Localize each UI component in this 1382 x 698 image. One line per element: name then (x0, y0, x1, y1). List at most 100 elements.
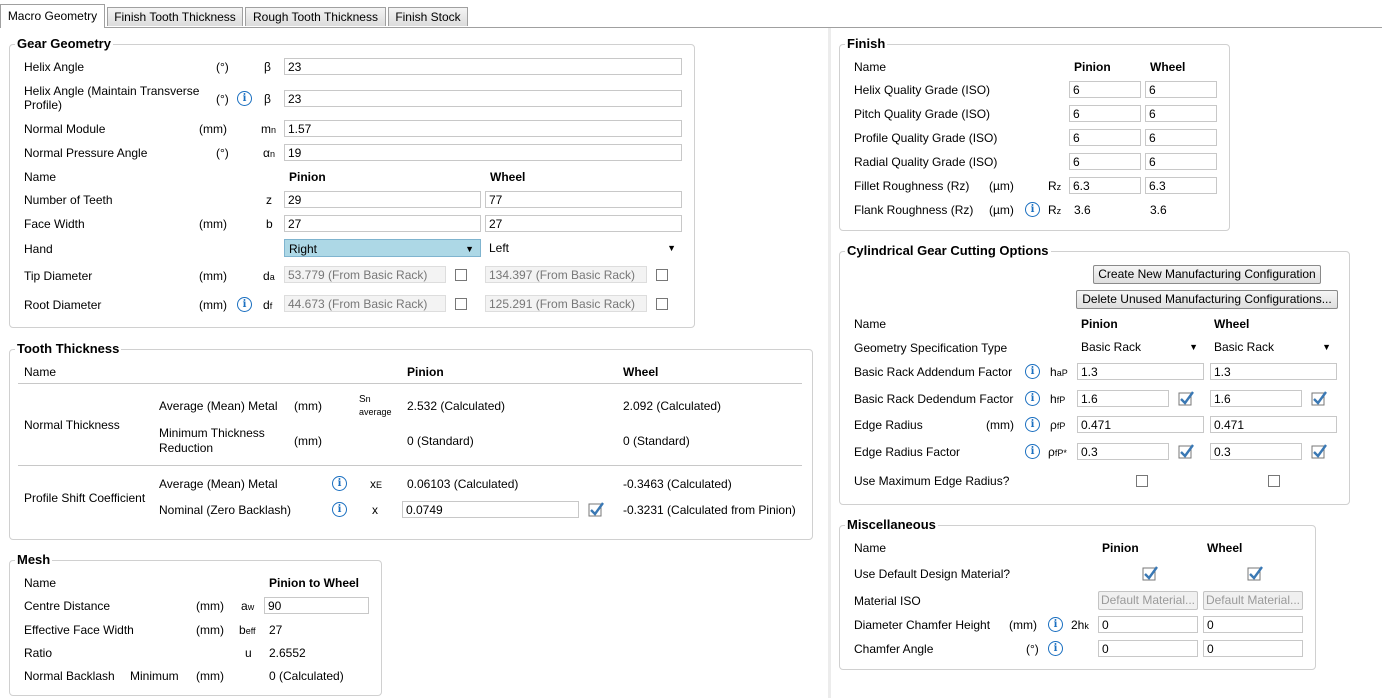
helix-angle-mtp-label-2: Profile) (24, 98, 63, 112)
pinion-use-max-edge-radius-checkbox[interactable] (1136, 475, 1148, 487)
pinion-root-diameter-checkbox[interactable] (455, 298, 467, 310)
wheel-chamfer-angle-input[interactable] (1203, 640, 1303, 657)
info-icon[interactable]: i (1025, 417, 1040, 432)
wheel-root-diameter-input[interactable] (485, 295, 647, 312)
tab-finish-stock[interactable]: Finish Stock (388, 7, 468, 26)
pinion-chamfer-height-input[interactable] (1098, 616, 1198, 633)
normal-module-input[interactable] (284, 120, 682, 137)
wheel-tip-diameter-input[interactable] (485, 266, 647, 283)
tab-finish-tooth-thickness[interactable]: Finish Tooth Thickness (107, 7, 243, 26)
root-diameter-symbol: df (263, 298, 273, 312)
info-icon[interactable]: i (1025, 202, 1040, 217)
helix-angle-symbol: β (264, 60, 271, 74)
tip-diameter-symbol: da (263, 269, 275, 283)
ps-avg-label: Average (Mean) Metal (159, 477, 278, 491)
helix-angle-mtp-input[interactable] (284, 90, 682, 107)
wheel-tip-diameter-checkbox[interactable] (656, 269, 668, 281)
wheel-profile-quality-input[interactable] (1145, 129, 1217, 146)
pinion-fillet-roughness-input[interactable] (1069, 177, 1141, 194)
pinion-tip-diameter-checkbox[interactable] (455, 269, 467, 281)
diameter-chamfer-height-symbol: 2hk (1071, 618, 1089, 632)
wheel-ps-nominal-value: -0.3231 (Calculated from Pinion) (623, 503, 796, 517)
profile-quality-label: Profile Quality Grade (ISO) (854, 131, 998, 145)
pinion-pitch-quality-input[interactable] (1069, 105, 1141, 122)
wheel-edge-radius-factor-input[interactable] (1210, 443, 1302, 460)
tab-macro-geometry[interactable]: Macro Geometry (0, 4, 105, 28)
checkbox-checked-icon[interactable] (1311, 390, 1327, 406)
create-manufacturing-config-button[interactable]: Create New Manufacturing Configuration (1093, 265, 1321, 284)
centre-distance-unit: (mm) (196, 599, 224, 613)
info-icon[interactable]: i (1025, 391, 1040, 406)
info-icon[interactable]: i (237, 297, 252, 312)
gear-pinion-header: Pinion (289, 170, 326, 184)
pinion-dedendum-input[interactable] (1077, 390, 1169, 407)
info-icon[interactable]: i (332, 476, 347, 491)
divider (18, 383, 802, 384)
chevron-down-icon: ▼ (667, 243, 676, 253)
delete-unused-configs-button[interactable]: Delete Unused Manufacturing Configuratio… (1076, 290, 1338, 309)
wheel-dedendum-input[interactable] (1210, 390, 1302, 407)
wheel-avg-metal-value: 2.092 (Calculated) (623, 399, 722, 413)
pinion-profile-quality-input[interactable] (1069, 129, 1141, 146)
wheel-edge-radius-input[interactable] (1210, 416, 1337, 433)
checkbox-checked-icon[interactable] (588, 501, 604, 517)
checkbox-checked-icon[interactable] (1247, 565, 1263, 581)
wheel-root-diameter-checkbox[interactable] (656, 298, 668, 310)
info-icon[interactable]: i (237, 91, 252, 106)
wheel-flank-roughness-value: 3.6 (1150, 203, 1167, 217)
info-icon[interactable]: i (1025, 364, 1040, 379)
pinion-edge-radius-input[interactable] (1077, 416, 1204, 433)
edge-radius-factor-label: Edge Radius Factor (854, 445, 961, 459)
wheel-use-max-edge-radius-checkbox[interactable] (1268, 475, 1280, 487)
chevron-down-icon: ▼ (1189, 342, 1198, 352)
info-icon[interactable]: i (1048, 641, 1063, 656)
wheel-default-material-button[interactable]: Default Material... (1203, 591, 1303, 610)
info-icon[interactable]: i (1025, 444, 1040, 459)
pinion-ps-nominal-input[interactable] (402, 501, 579, 518)
flank-roughness-symbol: Rz (1048, 203, 1062, 217)
wheel-face-width-input[interactable] (485, 215, 682, 232)
wheel-hand-select[interactable]: Left ▼ (485, 239, 682, 257)
pinion-teeth-input[interactable] (284, 191, 481, 208)
pinion-chamfer-angle-input[interactable] (1098, 640, 1198, 657)
checkbox-checked-icon[interactable] (1178, 443, 1194, 459)
checkbox-checked-icon[interactable] (1142, 565, 1158, 581)
geometry-spec-type-label: Geometry Specification Type (854, 341, 1008, 355)
wheel-geometry-spec-select[interactable]: Basic Rack ▼ (1210, 338, 1337, 356)
pinion-addendum-input[interactable] (1077, 363, 1204, 380)
wheel-chamfer-height-input[interactable] (1203, 616, 1303, 633)
pinion-hand-select[interactable]: Right ▼ (284, 239, 481, 257)
gear-name-header: Name (24, 170, 57, 184)
wheel-fillet-roughness-input[interactable] (1145, 177, 1217, 194)
pinion-default-material-button[interactable]: Default Material... (1098, 591, 1198, 610)
wheel-teeth-input[interactable] (485, 191, 682, 208)
info-icon[interactable]: i (332, 502, 347, 517)
ratio-symbol: u (245, 646, 252, 660)
tab-rough-tooth-thickness[interactable]: Rough Tooth Thickness (245, 7, 386, 26)
edge-radius-factor-symbol: ρfP* (1048, 445, 1067, 459)
avg-metal-label: Average (Mean) Metal (159, 399, 278, 413)
pinion-edge-radius-factor-input[interactable] (1077, 443, 1169, 460)
pinion-radial-quality-input[interactable] (1069, 153, 1141, 170)
wheel-pitch-quality-input[interactable] (1145, 105, 1217, 122)
wheel-addendum-input[interactable] (1210, 363, 1337, 380)
fillet-roughness-label: Fillet Roughness (Rz) (854, 179, 970, 193)
checkbox-checked-icon[interactable] (1311, 443, 1327, 459)
helix-angle-input[interactable] (284, 58, 682, 75)
normal-pressure-angle-symbol: αn (263, 146, 275, 160)
pinion-root-diameter-input[interactable] (284, 295, 446, 312)
panel-splitter[interactable] (828, 28, 831, 698)
dedendum-factor-symbol: hfP (1050, 392, 1066, 406)
checkbox-checked-icon[interactable] (1178, 390, 1194, 406)
centre-distance-input[interactable] (264, 597, 369, 614)
normal-pressure-angle-input[interactable] (284, 144, 682, 161)
wheel-radial-quality-input[interactable] (1145, 153, 1217, 170)
min-thickness-unit: (mm) (294, 434, 322, 448)
pinion-face-width-input[interactable] (284, 215, 481, 232)
pinion-helix-quality-input[interactable] (1069, 81, 1141, 98)
info-icon[interactable]: i (1048, 617, 1063, 632)
pinion-tip-diameter-input[interactable] (284, 266, 446, 283)
wheel-helix-quality-input[interactable] (1145, 81, 1217, 98)
pinion-geometry-spec-select[interactable]: Basic Rack ▼ (1077, 338, 1204, 356)
number-of-teeth-symbol: z (266, 193, 272, 207)
